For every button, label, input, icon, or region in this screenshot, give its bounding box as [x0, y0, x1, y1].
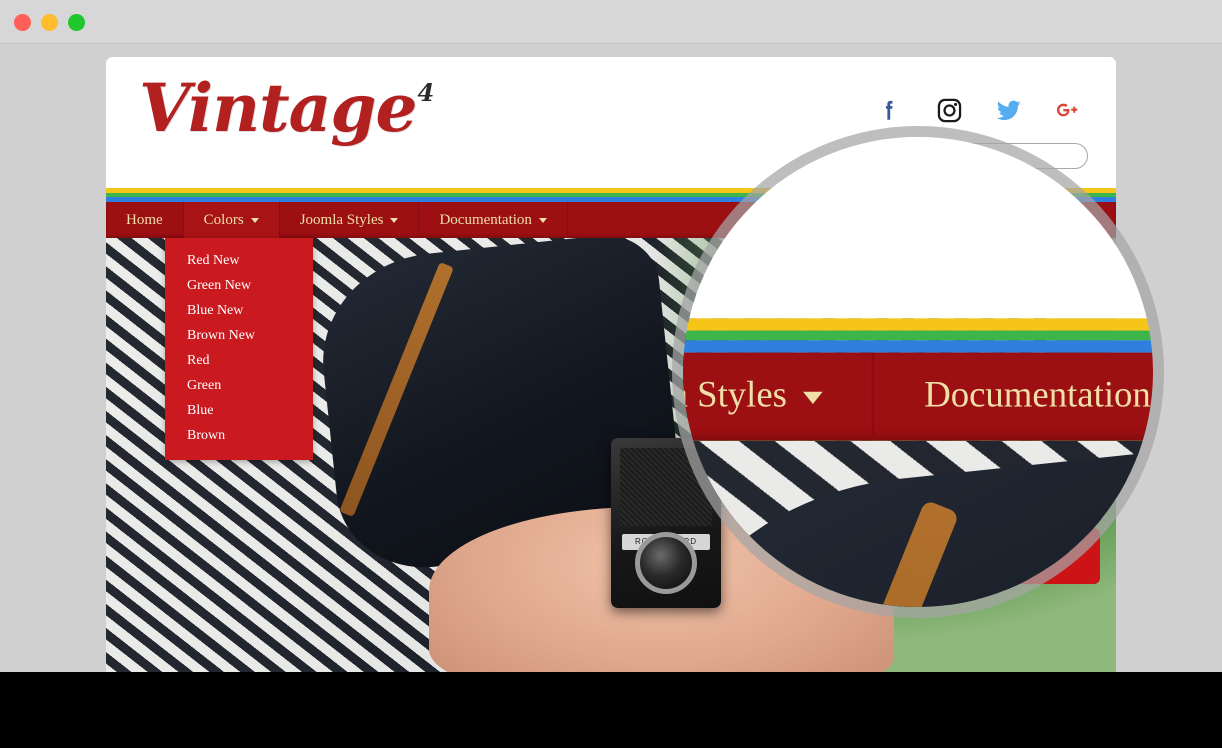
stripe-blue	[683, 340, 1153, 353]
magnified-rainbow-stripes	[683, 318, 1153, 353]
nav-label: Joomla Styles	[683, 375, 788, 416]
magnified-navigation: Home Colors Joomla Styles Documentation	[683, 352, 1153, 441]
logo-superscript: 4	[417, 78, 435, 107]
nav-item-home[interactable]: Home	[106, 202, 184, 238]
nav-item-colors[interactable]: Colors	[183, 202, 280, 238]
dropdown-item-blue[interactable]: Blue	[165, 398, 313, 423]
dropdown-item-red-new[interactable]: Red New	[165, 248, 313, 273]
magnified-nav-item-documentation[interactable]: Documentation	[875, 353, 1153, 441]
close-button[interactable]	[14, 14, 31, 31]
nav-label: Colors	[203, 211, 244, 228]
dropdown-item-brown-new[interactable]: Brown New	[165, 323, 313, 348]
magnified-nav-item-joomla-styles[interactable]: Joomla Styles	[683, 352, 876, 441]
dropdown-item-green-new[interactable]: Green New	[165, 273, 313, 298]
dropdown-item-green[interactable]: Green	[165, 373, 313, 398]
instagram-icon[interactable]	[934, 95, 964, 125]
chevron-down-icon	[250, 217, 259, 223]
maximize-button[interactable]	[68, 14, 85, 31]
stripe-green	[683, 330, 1153, 341]
logo-wordmark: Vintage	[139, 69, 417, 147]
magnified-hero-photo	[683, 440, 1153, 607]
nav-label: Joomla Styles	[299, 211, 384, 228]
chevron-down-icon	[538, 217, 547, 223]
site-logo[interactable]: Vintage 4	[139, 75, 434, 141]
dropdown-item-brown[interactable]: Brown	[165, 423, 313, 448]
google-plus-icon[interactable]	[1054, 95, 1084, 125]
magnifier-content: Home Colors Joomla Styles Documentation	[683, 137, 1153, 607]
nav-label: Documentation	[439, 211, 532, 228]
twitter-icon[interactable]	[994, 95, 1024, 125]
nav-item-documentation[interactable]: Documentation	[419, 202, 568, 238]
magnified-hero	[683, 440, 1153, 607]
colors-dropdown-menu: Red New Green New Blue New Brown New Red…	[165, 238, 313, 460]
dropdown-item-blue-new[interactable]: Blue New	[165, 298, 313, 323]
magnifier-lens: Home Colors Joomla Styles Documentation	[683, 137, 1153, 607]
window-controls	[14, 14, 85, 31]
dropdown-item-red[interactable]: Red	[165, 348, 313, 373]
stripe-yellow	[683, 318, 1153, 331]
screen: Vintage 4 Search Home Colors Joomla Styl…	[0, 0, 1222, 748]
nav-label: Documentation	[924, 375, 1151, 416]
social-links	[874, 95, 1084, 125]
nav-label: Home	[126, 211, 163, 228]
nav-item-joomla-styles[interactable]: Joomla Styles	[280, 202, 420, 238]
chevron-down-icon	[390, 217, 399, 223]
facebook-icon[interactable]	[874, 95, 904, 125]
window-titlebar	[0, 0, 1222, 44]
chevron-down-icon	[804, 390, 824, 403]
magnified-site-header	[683, 137, 1153, 319]
minimize-button[interactable]	[41, 14, 58, 31]
